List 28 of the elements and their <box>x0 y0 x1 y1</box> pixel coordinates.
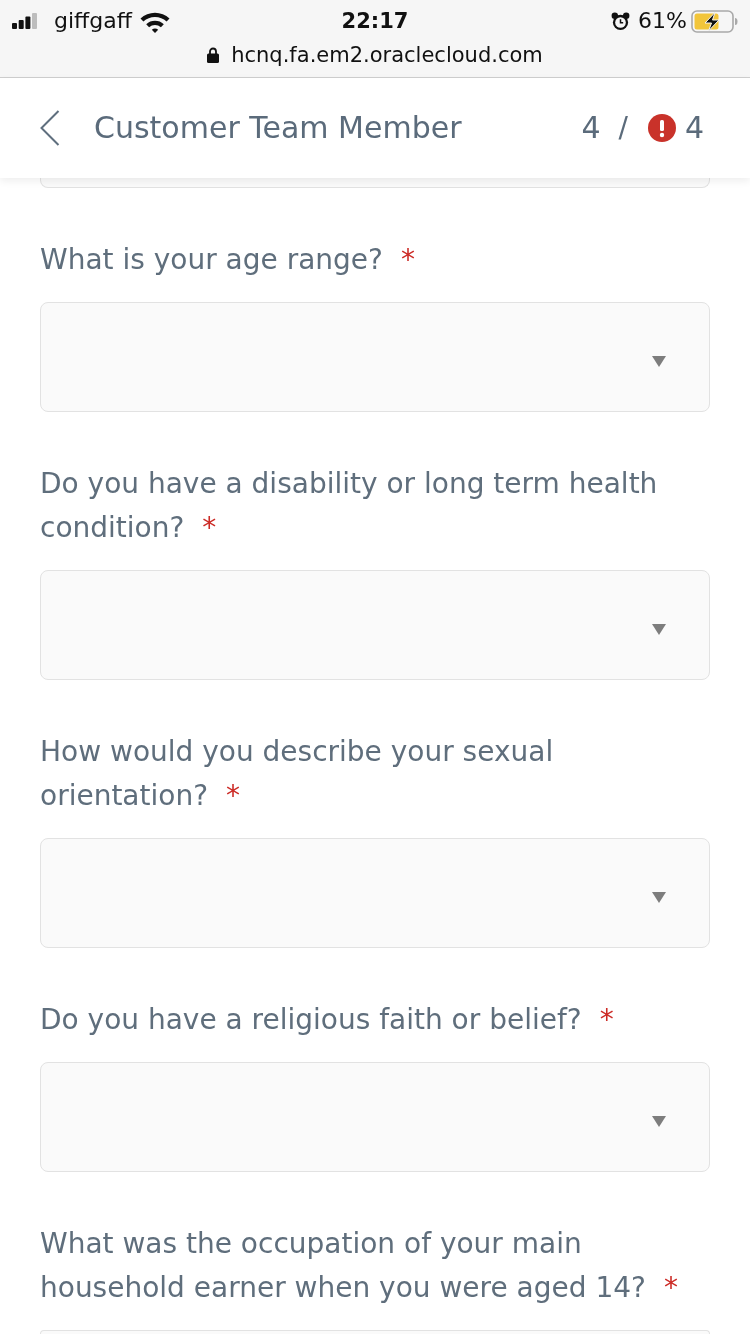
step-separator: / <box>618 110 628 146</box>
clock-time: 22:17 <box>341 8 409 34</box>
caret-down-icon <box>652 623 666 635</box>
error-icon[interactable] <box>647 114 676 142</box>
question-label: Do you have a disability or long term health condition? * <box>40 466 659 546</box>
chevron-left-icon <box>40 110 60 146</box>
alarm-clock-icon <box>611 11 631 31</box>
signal-icon <box>12 13 37 29</box>
lock-icon <box>207 47 220 63</box>
caret-down-icon <box>652 1115 666 1127</box>
select-field[interactable] <box>40 838 710 948</box>
question-label: What was the occupation of your main household earner when you were aged 14? * <box>40 1226 679 1306</box>
page-title: Customer Team Member <box>94 109 462 147</box>
error-count: 4 <box>684 109 704 147</box>
caret-down-icon <box>652 891 666 903</box>
select-field[interactable] <box>40 1062 710 1172</box>
select-field[interactable] <box>40 302 710 412</box>
charging-battery-icon <box>691 9 738 33</box>
question-label: How would you describe your sexual orientation? * <box>40 734 555 814</box>
current-step: 4 <box>581 108 601 148</box>
question-label: Do you have a religious faith or belief? * <box>40 1002 614 1038</box>
carrier-name: giffgaff <box>54 8 132 34</box>
address-bar-url[interactable]: hcnq.fa.em2.oraclecloud.com <box>231 42 543 68</box>
question-label: What is your age range? * <box>40 242 415 278</box>
select-field[interactable] <box>40 570 710 680</box>
caret-down-icon <box>652 355 666 367</box>
select-field[interactable] <box>40 178 710 188</box>
battery-percent: 61% <box>638 8 687 34</box>
